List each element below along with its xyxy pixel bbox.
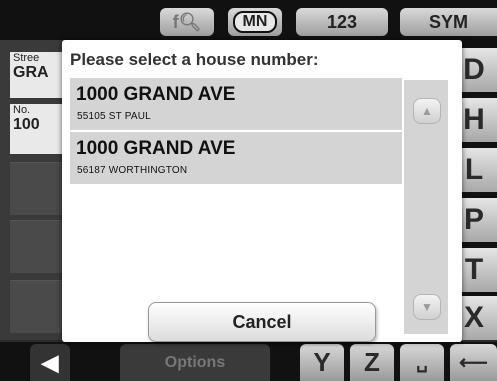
dialog-title: Please select a house number:: [70, 50, 319, 69]
state-label: MN: [232, 11, 278, 33]
state-key[interactable]: MN: [228, 8, 282, 36]
top-keyboard-bar: f🔍︎ MN 123 SYM: [0, 0, 497, 40]
symbol-key[interactable]: SYM: [400, 8, 497, 36]
scroll-down-button[interactable]: ▼: [413, 294, 441, 320]
search-key[interactable]: f🔍︎: [160, 8, 214, 36]
key-y[interactable]: Y: [300, 344, 344, 381]
back-arrow-icon: ◀: [41, 349, 59, 375]
cancel-button[interactable]: Cancel: [148, 302, 376, 342]
list-item-address: 1000 GRAND AVE: [76, 138, 236, 159]
scroll-up-button[interactable]: ▲: [413, 98, 441, 124]
cancel-label: Cancel: [232, 311, 292, 332]
list-item-city: 56187 WORTHINGTON: [77, 165, 188, 176]
address-fields-panel: Stree GRA No. 100: [0, 40, 72, 340]
back-button[interactable]: ◀: [30, 344, 70, 381]
space-key[interactable]: ␣: [400, 344, 444, 381]
house-number-dialog: Please select a house number: 1000 GRAND…: [62, 40, 462, 342]
numeric-label: 123: [326, 11, 358, 32]
options-label: Options: [164, 353, 226, 371]
list-item[interactable]: 1000 GRAND AVE 56187 WORTHINGTON: [70, 132, 402, 185]
key-z[interactable]: Z: [350, 344, 394, 381]
house-number-list: 1000 GRAND AVE 55105 ST PAUL 1000 GRAND …: [70, 76, 402, 334]
chevron-up-icon: ▲: [421, 104, 433, 118]
options-button[interactable]: Options: [120, 344, 270, 381]
list-item[interactable]: 1000 GRAND AVE 55105 ST PAUL: [70, 78, 402, 131]
bottom-bar: ◀ Options Y Z ␣ ⟵: [0, 342, 497, 381]
chevron-down-icon: ▼: [421, 300, 433, 314]
number-field[interactable]: No. 100: [10, 104, 68, 154]
number-label: No.: [13, 104, 31, 116]
search-icon: f🔍︎: [172, 11, 202, 32]
list-scrollbar[interactable]: ▲ ▼: [404, 80, 448, 334]
number-value: 100: [13, 116, 40, 133]
street-field[interactable]: Stree GRA: [10, 52, 68, 98]
symbol-label: SYM: [428, 11, 468, 32]
list-item-address: 1000 GRAND AVE: [76, 84, 236, 105]
list-item-city: 55105 ST PAUL: [77, 111, 151, 122]
backspace-icon: ⟵: [459, 352, 488, 374]
street-label: Stree: [13, 52, 40, 64]
backspace-key[interactable]: ⟵: [450, 344, 497, 381]
street-value: GRA: [13, 64, 49, 81]
numeric-key[interactable]: 123: [296, 8, 388, 36]
